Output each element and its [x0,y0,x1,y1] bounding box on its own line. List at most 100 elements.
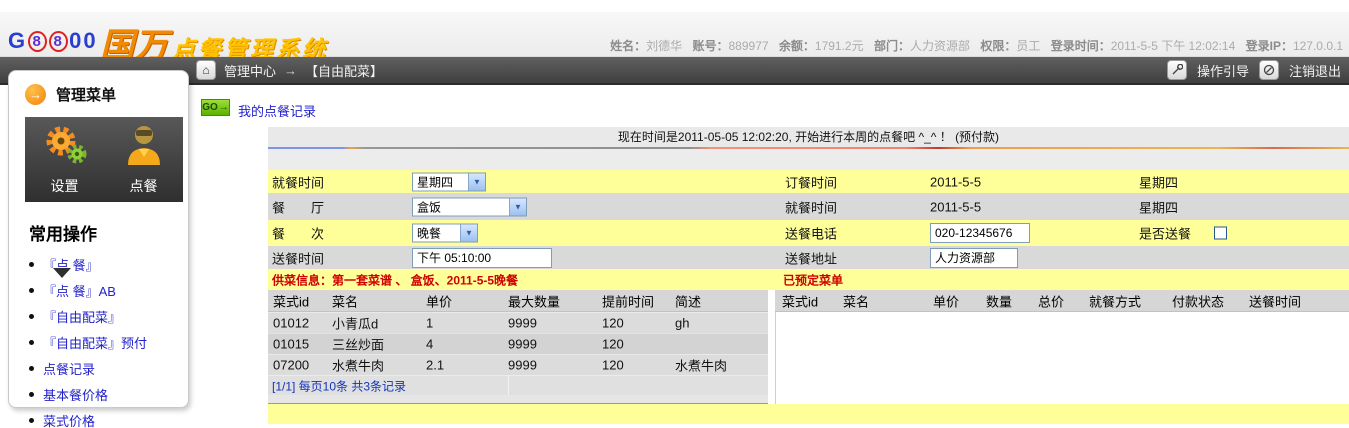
sidebar-panel: → 管理菜单 设置 [8,70,189,408]
go-arrow-icon: → [219,102,229,113]
sidebar-header: → 管理菜单 [9,71,188,105]
form-row-restaurant: 餐 厅 盒饭 ▼ 就餐时间 2011-5-5 星期四 [268,193,1349,220]
guide-icon[interactable] [1167,60,1187,80]
sidebar-item-free-combo[interactable]: 『自由配菜』 [29,307,188,326]
user-login-time-value: 2011-5-5 下午 12:02:14 [1111,39,1236,53]
settings-icon [39,123,91,172]
col-payment-status: 付款状态 [1172,291,1224,310]
dropdown-arrow-icon: ▼ [460,225,477,242]
bullet-icon [29,314,34,319]
sidebar-item-dish-price[interactable]: 菜式价格 [29,411,188,428]
go-button[interactable]: GO→ [201,99,230,116]
table-row[interactable]: 07200 水煮牛肉 2.1 9999 120 水煮牛肉 [268,354,768,375]
form-row-meal-week: 就餐时间 星期四 ▼ 订餐时间 2011-5-5 星期四 [268,170,1349,193]
supply-info-text: 供菜信息：第一套菜谱 、 盒饭、2011-5-5晚餐 [272,271,518,288]
logo-ring-digit-2: 8 [49,31,68,52]
order-time-value: 2011-5-5 [930,174,981,189]
sidebar-item-order-ab[interactable]: 『点 餐』AB [29,281,188,300]
main-content: 现在时间是2011-05-05 12:02:20, 开始进行本周的点餐吧 ^_^… [268,127,1349,424]
sidebar-section-title: 常用操作 [29,220,188,245]
bullet-icon [29,262,34,267]
sidebar-item-order-records[interactable]: 点餐记录 [29,359,188,378]
bottom-yellow-bar [268,404,1349,424]
delivery-time-input[interactable]: 下午 05:10:00 [412,248,552,268]
shortcut-pointer-triangle [53,268,71,278]
my-records-link[interactable]: 我的点餐记录 [238,101,316,120]
dining-time-weekday: 星期四 [1139,197,1178,216]
shortcut-settings[interactable]: 设置 [25,117,104,202]
bullet-icon [29,366,34,371]
home-icon[interactable]: ⌂ [196,60,216,80]
delivery-phone-label: 送餐电话 [785,224,837,243]
user-ip-value: 127.0.0.1 [1293,39,1343,53]
restaurant-label: 餐 厅 [272,197,324,216]
dish-menu-header: 菜式id 菜名 单价 最大数量 提前时间 简述 [268,290,768,312]
order-time-weekday: 星期四 [1139,172,1178,191]
dish-menu-table: 菜式id 菜名 单价 最大数量 提前时间 简述 01012 小青瓜d 1 999… [268,290,768,404]
dropdown-arrow-icon: ▼ [509,198,526,215]
user-role-label: 权限： [980,39,1016,53]
col-total-price: 总价 [1038,291,1064,310]
top-header-band: G 8 8 00 国万 点餐管理系统 姓名：刘德华 账号：889977 余额：1… [0,12,1349,57]
notice-bar: 现在时间是2011-05-05 12:02:20, 开始进行本周的点餐吧 ^_^… [268,127,1349,147]
logout-icon[interactable] [1259,60,1279,80]
meal-time-label: 就餐时间 [272,172,324,191]
user-balance-label: 余额： [779,39,815,53]
meal-session-label: 餐 次 [272,224,324,243]
logo-ring-digit-1: 8 [28,31,47,52]
logo-code: G 8 8 00 [8,28,98,54]
dropdown-arrow-icon: ▼ [468,173,485,190]
shortcut-order-label: 点餐 [130,176,158,196]
form-row-delivery-time: 送餐时间 下午 05:10:00 送餐地址 人力资源部 [268,246,1349,269]
table-row[interactable]: 01015 三丝炒面 4 9999 120 [268,333,768,354]
col-lead-time: 提前时间 [602,291,654,310]
form-row-meal-session: 餐 次 晚餐 ▼ 送餐电话 020-12345676 是否送餐 [268,220,1349,246]
user-login-time-label: 登录时间： [1051,39,1111,53]
sidebar-shortcut-box: 设置 点餐 [25,117,183,202]
supply-info-row: 供菜信息：第一套菜谱 、 盒饭、2011-5-5晚餐 已预定菜单 [268,269,1349,290]
sidebar-menu: 『点 餐』 『点 餐』AB 『自由配菜』 『自由配菜』预付 点餐记录 基本餐价格… [29,255,188,428]
col-unit-price: 单价 [933,291,959,310]
user-role-value: 员工 [1016,39,1040,53]
breadcrumb: ⌂ 管理中心 → 【自由配菜】 [196,57,383,83]
menu-arrow-icon: → [25,84,46,105]
order-icon [122,123,166,172]
delivery-address-input[interactable]: 人力资源部 [930,248,1018,268]
breadcrumb-root[interactable]: 管理中心 [224,61,276,80]
guide-button[interactable]: 操作引导 [1197,61,1249,80]
user-dept-value: 人力资源部 [910,39,970,53]
bullet-icon [29,340,34,345]
col-dish-id: 菜式id [782,291,818,310]
col-max-qty: 最大数量 [508,291,560,310]
reserved-menu-title: 已预定菜单 [783,271,843,288]
food-order-app: G 8 8 00 国万 点餐管理系统 姓名：刘德华 账号：889977 余额：1… [0,0,1349,428]
user-account-value: 889977 [729,39,769,53]
sidebar-item-basic-meal-price[interactable]: 基本餐价格 [29,385,188,404]
spacer-band [268,149,1349,170]
pagination-text[interactable]: [1/1] 每页10条 共3条记录 [272,377,406,394]
logout-button[interactable]: 注销退出 [1289,61,1341,80]
meal-session-select[interactable]: 晚餐 ▼ [412,224,478,243]
delivery-phone-input[interactable]: 020-12345676 [930,223,1030,243]
bullet-icon [29,418,34,423]
col-dish-name: 菜名 [332,291,358,310]
user-account-label: 账号： [692,39,728,53]
is-delivery-label: 是否送餐 [1139,224,1191,243]
is-delivery-checkbox[interactable] [1214,227,1227,240]
shortcut-order[interactable]: 点餐 [104,117,183,202]
bullet-icon [29,392,34,397]
weekday-select[interactable]: 星期四 ▼ [412,172,486,191]
logo-tail: 00 [69,28,97,54]
reserved-menu-empty-body [775,312,1349,404]
restaurant-select[interactable]: 盒饭 ▼ [412,197,527,216]
sidebar-title: 管理菜单 [56,84,116,105]
user-balance-value: 1791.2元 [815,39,864,53]
col-dish-id: 菜式id [273,291,309,310]
col-dining-mode: 就餐方式 [1089,291,1141,310]
shortcut-settings-label: 设置 [51,176,79,196]
delivery-time-label: 送餐时间 [272,248,324,267]
col-qty: 数量 [986,291,1012,310]
sidebar-item-free-combo-prepaid[interactable]: 『自由配菜』预付 [29,333,188,352]
table-row[interactable]: 01012 小青瓜d 1 9999 120 gh [268,312,768,333]
dining-time-value: 2011-5-5 [930,199,981,214]
